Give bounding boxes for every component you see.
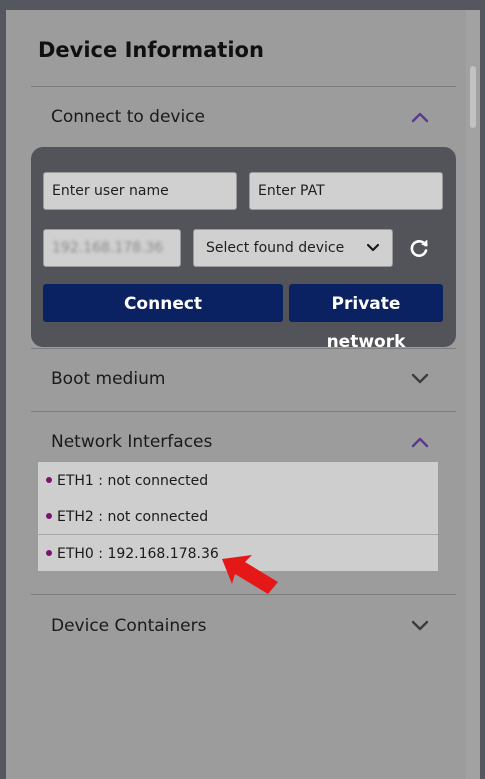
- containers-section-label: Device Containers: [51, 616, 207, 636]
- found-device-select-label: Select found device: [206, 240, 345, 256]
- connect-section-label: Connect to device: [51, 107, 206, 127]
- user-name-input[interactable]: Enter user name: [43, 172, 237, 210]
- interface-text: ETH1 : not connected: [57, 473, 209, 489]
- connect-section-header[interactable]: Connect to device: [31, 87, 456, 147]
- network-section-label: Network Interfaces: [51, 432, 213, 452]
- bullet-icon: [46, 550, 52, 556]
- chevron-down-icon: [411, 620, 429, 631]
- scrollbar-thumb[interactable]: [470, 66, 476, 128]
- boot-section-label: Boot medium: [51, 369, 166, 389]
- chevron-up-icon: [411, 112, 429, 123]
- interface-text: ETH0 : 192.168.178.36: [57, 546, 219, 562]
- chevron-down-icon: [366, 243, 380, 252]
- private-network-button[interactable]: Private network: [289, 284, 443, 352]
- chevron-down-icon: [411, 373, 429, 384]
- scrollbar-track[interactable]: [466, 10, 480, 779]
- refresh-icon[interactable]: [407, 236, 431, 260]
- bullet-icon: [46, 477, 52, 483]
- pat-input[interactable]: Enter PAT: [249, 172, 443, 210]
- list-item: ETH2 : not connected: [38, 498, 438, 534]
- list-item: ETH1 : not connected: [38, 462, 438, 498]
- chevron-up-icon: [411, 437, 429, 448]
- bullet-icon: [46, 513, 52, 519]
- found-device-select[interactable]: Select found device: [193, 229, 393, 267]
- red-arrow-icon: [222, 555, 278, 594]
- page-title: Device Information: [38, 38, 264, 62]
- ip-address-input[interactable]: 192.168.178.36: [43, 229, 181, 267]
- boot-section-header[interactable]: Boot medium: [31, 349, 456, 409]
- connect-button[interactable]: Connect: [43, 284, 283, 322]
- interface-text: ETH2 : not connected: [57, 509, 209, 525]
- connect-card: Enter user name Enter PAT 192.168.178.36…: [31, 147, 456, 352]
- ip-address-value: 192.168.178.36: [52, 240, 164, 256]
- device-information-panel: Device Information Connect to device Ent…: [6, 10, 480, 779]
- containers-section-header[interactable]: Device Containers: [31, 596, 456, 656]
